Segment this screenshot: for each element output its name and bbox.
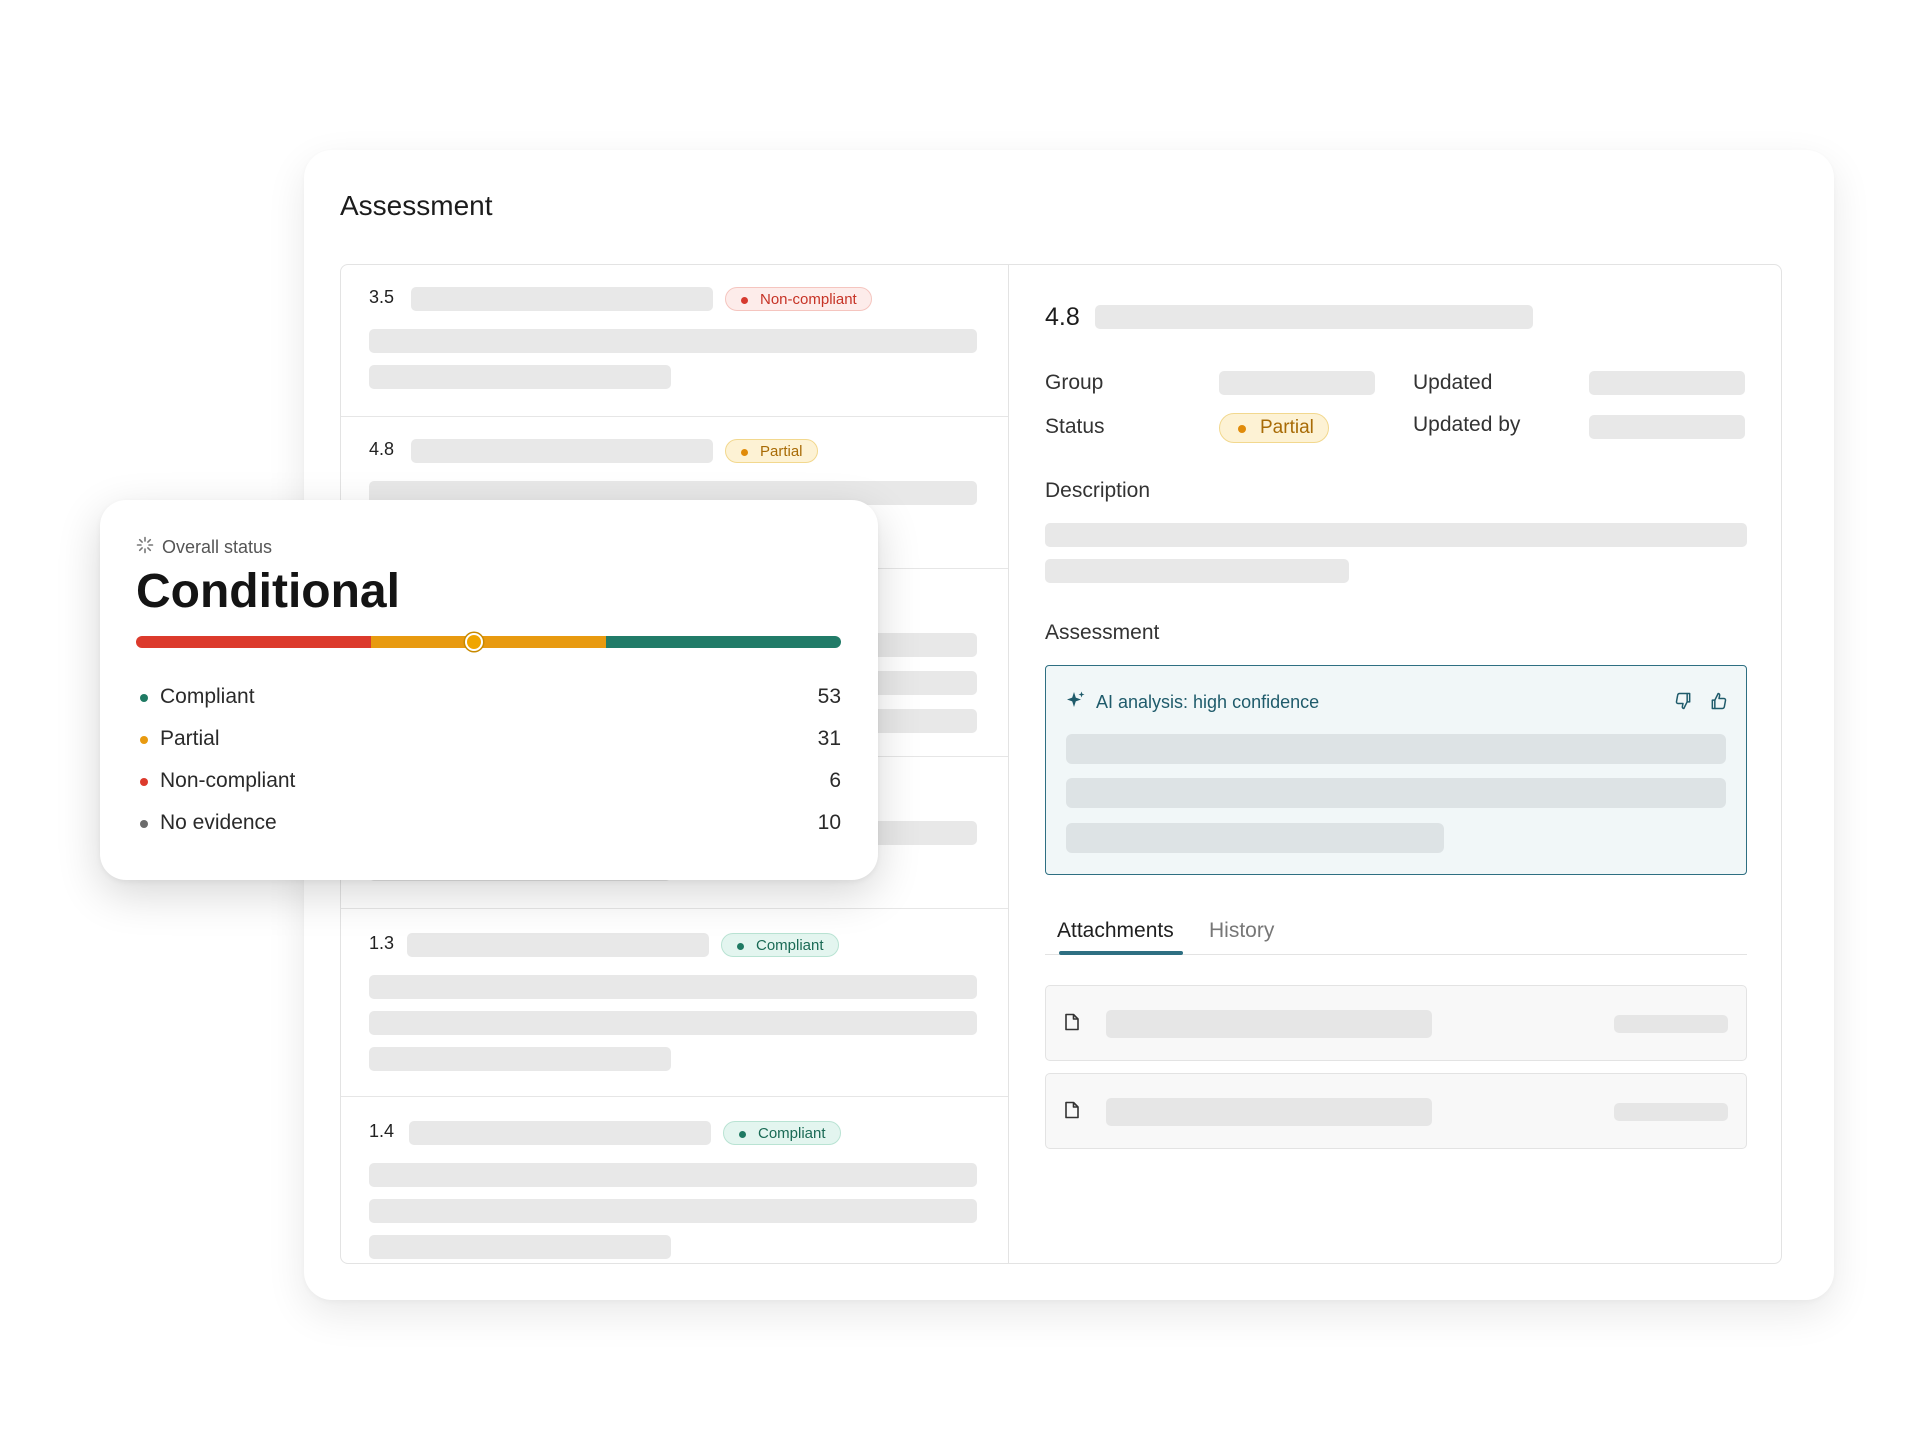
attachment-name-placeholder [1106,1010,1432,1038]
legend-label: Non-compliant [160,769,296,792]
requirement-number: 1.3 [369,933,395,953]
attachment-item[interactable] [1045,1073,1747,1149]
progress-segment-non-compliant [136,636,371,648]
progress-marker [464,633,483,651]
status-progress-bar [136,636,841,648]
ai-analysis-text: AI analysis: high confidence [1096,692,1320,712]
legend-item-non-compliant: Non-compliant 6 [136,766,841,796]
legend-count: 10 [817,811,841,834]
legend-count: 31 [817,727,841,750]
page-title: Assessment [340,190,493,221]
ai-analysis-box: AI analysis: high confidence [1045,665,1747,875]
tab-history[interactable]: History [1209,919,1274,943]
requirement-item[interactable]: 3.5 Non-compliant [341,265,1008,417]
requirement-title-placeholder [409,1121,711,1145]
text-placeholder [369,1199,977,1223]
status-badge: Partial [725,439,818,463]
legend-dot [140,694,148,702]
legend-label: Compliant [160,685,255,708]
legend-item-compliant: Compliant 53 [136,682,841,712]
detail-number: 4.8 [1045,303,1080,331]
progress-segment-partial [370,636,606,648]
overall-status-card: Overall status Conditional Compliant 53 … [100,500,878,880]
sparkle-icon [1066,690,1086,715]
requirement-detail: 4.8 Group Updated Status Partial Updated… [1009,265,1781,1263]
requirement-title-placeholder [411,439,713,463]
requirement-title-placeholder [407,933,709,957]
updated-label: Updated [1413,371,1493,394]
group-value-placeholder [1219,371,1375,395]
ai-text-placeholder [1066,823,1444,853]
ai-text-placeholder [1066,734,1726,764]
text-placeholder [369,975,977,999]
legend-item-partial: Partial 31 [136,724,841,754]
legend-dot [140,820,148,828]
legend-item-no-evidence: No evidence 10 [136,808,841,838]
attachment-item[interactable] [1045,985,1747,1061]
text-placeholder [369,365,671,389]
file-icon [1064,1101,1080,1124]
sparkle-loader-icon [136,536,154,559]
legend-label: Partial [160,727,220,750]
overall-status-label: Overall status [162,537,273,557]
requirement-title-placeholder [411,287,713,311]
assessment-label: Assessment [1045,621,1160,644]
text-placeholder [369,329,977,353]
description-label: Description [1045,479,1151,502]
legend-dot [140,736,148,744]
legend-label: No evidence [160,811,277,834]
progress-segment-compliant [605,636,841,648]
attachment-meta-placeholder [1614,1015,1728,1033]
active-tab-indicator [1059,951,1183,955]
updated-value-placeholder [1589,371,1745,395]
status-badge: Compliant [721,933,839,957]
legend-count: 53 [817,685,841,708]
thumbs-up-icon[interactable] [1708,690,1730,712]
text-placeholder [369,1047,671,1071]
file-icon [1064,1013,1080,1036]
text-placeholder [369,1011,977,1035]
requirement-item[interactable]: 1.4 Compliant [341,1097,1008,1263]
overall-status-value: Conditional [136,565,400,618]
requirement-number: 1.4 [369,1121,395,1141]
status-badge: Non-compliant [725,287,872,311]
requirement-item[interactable]: 1.3 Compliant [341,909,1008,1097]
text-placeholder [369,1163,977,1187]
legend-dot [140,778,148,786]
requirement-number: 4.8 [369,439,395,459]
updated-by-value-placeholder [1589,415,1745,439]
detail-tabs: Attachments History [1045,915,1747,955]
attachment-meta-placeholder [1614,1103,1728,1121]
ai-text-placeholder [1066,778,1726,808]
attachment-name-placeholder [1106,1098,1432,1126]
status-label: Status [1045,415,1105,438]
description-placeholder [1045,559,1349,583]
text-placeholder [369,1235,671,1259]
description-placeholder [1045,523,1747,547]
status-badge: Partial [1219,413,1329,443]
detail-title-placeholder [1095,305,1533,329]
legend-count: 6 [829,769,841,792]
group-label: Group [1045,371,1104,394]
tab-attachments[interactable]: Attachments [1057,919,1174,943]
updated-by-label: Updated by [1413,413,1521,436]
status-badge: Compliant [723,1121,841,1145]
thumbs-down-icon[interactable] [1672,690,1694,712]
requirement-number: 3.5 [369,287,395,307]
